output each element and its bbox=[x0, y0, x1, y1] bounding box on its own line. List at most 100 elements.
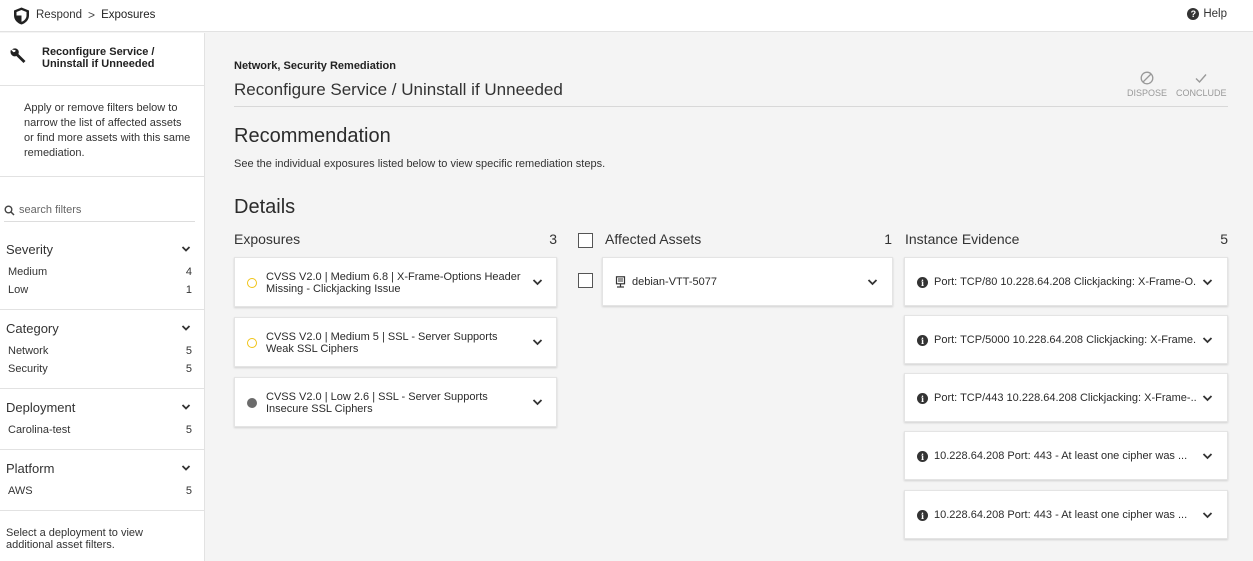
details-heading: Details bbox=[234, 196, 296, 218]
help-button[interactable]: ? Help bbox=[1187, 8, 1227, 20]
evidence-card[interactable]: i Port: TCP/80 10.228.64.208 Clickjackin… bbox=[904, 257, 1228, 306]
sidebar-info: Apply or remove filters below to narrow … bbox=[0, 86, 204, 177]
filter-search bbox=[4, 199, 195, 222]
affected-assets-label: Affected Assets bbox=[605, 231, 702, 247]
filter-group-severity: Severity Medium 4 Low 1 bbox=[0, 239, 204, 310]
main-content: Network, Security Remediation Reconfigur… bbox=[206, 33, 1253, 561]
info-icon: i bbox=[917, 451, 928, 462]
recommendation-text: See the individual exposures listed belo… bbox=[234, 158, 606, 170]
filter-item-label: Carolina-test bbox=[8, 424, 71, 436]
affected-assets-header: Affected Assets 1 bbox=[605, 230, 892, 248]
filter-group-platform-toggle[interactable]: Platform bbox=[6, 458, 191, 478]
info-icon: i bbox=[917, 510, 928, 521]
chevron-down-icon bbox=[532, 399, 543, 406]
exposure-text: CVSS V2.0 | Medium 5 | SSL - Server Supp… bbox=[266, 331, 498, 355]
chevron-down-icon bbox=[181, 246, 191, 252]
exposure-text: CVSS V2.0 | Medium 6.8 | X-Frame-Options… bbox=[266, 271, 521, 295]
filter-item-label: Medium bbox=[8, 266, 48, 278]
affected-assets-count: 1 bbox=[884, 231, 892, 247]
exposure-card[interactable]: CVSS V2.0 | Medium 5 | SSL - Server Supp… bbox=[234, 317, 557, 367]
medium-severity-icon bbox=[247, 338, 257, 348]
exposures-count: 3 bbox=[549, 231, 557, 247]
dispose-icon bbox=[1140, 71, 1154, 85]
chevron-down-icon bbox=[181, 404, 191, 410]
dispose-button[interactable]: DISPOSE bbox=[1122, 68, 1172, 98]
breadcrumb-respond[interactable]: Respond bbox=[36, 9, 82, 21]
top-bar: Respond > Exposures ? Help bbox=[0, 0, 1253, 32]
filter-group-severity-toggle[interactable]: Severity bbox=[6, 239, 191, 259]
chevron-down-icon bbox=[1202, 394, 1213, 401]
chevron-down-icon bbox=[1202, 278, 1213, 285]
shield-logo-icon[interactable] bbox=[13, 7, 30, 25]
filter-item-count: 1 bbox=[185, 284, 192, 296]
search-icon bbox=[4, 205, 15, 216]
chevron-down-icon bbox=[867, 278, 878, 285]
select-all-assets-checkbox[interactable] bbox=[578, 233, 593, 248]
conclude-button[interactable]: CONCLUDE bbox=[1176, 68, 1227, 98]
chevron-down-icon bbox=[181, 465, 191, 471]
filter-item-count: 4 bbox=[185, 266, 192, 278]
chevron-down-icon bbox=[1202, 511, 1213, 518]
asset-checkbox[interactable] bbox=[578, 273, 593, 288]
filter-group-deployment-toggle[interactable]: Deployment bbox=[6, 397, 191, 417]
filter-item-label: Low bbox=[8, 284, 29, 296]
instance-evidence-header: Instance Evidence 5 bbox=[905, 230, 1228, 248]
evidence-text: Port: TCP/80 10.228.64.208 Clickjacking:… bbox=[934, 276, 1196, 288]
filter-group-label: Category bbox=[6, 320, 59, 336]
medium-severity-icon bbox=[247, 278, 257, 288]
filter-item-label: Network bbox=[8, 345, 49, 357]
evidence-card[interactable]: i 10.228.64.208 Port: 443 - At least one… bbox=[904, 431, 1228, 480]
chevron-down-icon bbox=[532, 339, 543, 346]
exposure-text: CVSS V2.0 | Low 2.6 | SSL - Server Suppo… bbox=[266, 391, 488, 415]
filter-item-medium[interactable]: Medium 4 bbox=[8, 266, 192, 282]
conclude-label: CONCLUDE bbox=[1176, 88, 1227, 98]
check-icon bbox=[1195, 74, 1207, 84]
filter-group-label: Platform bbox=[6, 460, 55, 476]
chevron-down-icon bbox=[1202, 452, 1213, 459]
filter-item-security[interactable]: Security 5 bbox=[8, 363, 192, 379]
evidence-text: 10.228.64.208 Port: 443 - At least one c… bbox=[934, 450, 1188, 462]
wrench-icon bbox=[10, 48, 26, 63]
server-icon bbox=[615, 276, 626, 288]
info-icon: i bbox=[917, 393, 928, 404]
evidence-card[interactable]: i Port: TCP/443 10.228.64.208 Clickjacki… bbox=[904, 373, 1228, 422]
sidebar-footer-note: Select a deployment to view additional a… bbox=[6, 527, 143, 551]
remediation-category: Network, Security Remediation bbox=[234, 60, 396, 72]
filter-item-count: 5 bbox=[185, 485, 192, 497]
filter-item-label: Security bbox=[8, 363, 48, 375]
page-title: Reconfigure Service / Uninstall if Unnee… bbox=[234, 80, 563, 99]
sidebar-title: Reconfigure Service / Uninstall if Unnee… bbox=[42, 46, 155, 70]
exposure-card[interactable]: CVSS V2.0 | Low 2.6 | SSL - Server Suppo… bbox=[234, 377, 557, 427]
evidence-card[interactable]: i Port: TCP/5000 10.228.64.208 Clickjack… bbox=[904, 315, 1228, 364]
dispose-label: DISPOSE bbox=[1126, 88, 1167, 98]
filter-group-category-toggle[interactable]: Category bbox=[6, 318, 191, 338]
instance-evidence-label: Instance Evidence bbox=[905, 231, 1020, 247]
help-label: Help bbox=[1203, 8, 1227, 20]
chevron-down-icon bbox=[1202, 336, 1213, 343]
evidence-card[interactable]: i 10.228.64.208 Port: 443 - At least one… bbox=[904, 490, 1228, 539]
filter-item-low[interactable]: Low 1 bbox=[8, 284, 192, 300]
filter-item-carolina-test[interactable]: Carolina-test 5 bbox=[8, 424, 192, 440]
breadcrumb: Respond > Exposures bbox=[36, 8, 155, 22]
evidence-text: 10.228.64.208 Port: 443 - At least one c… bbox=[934, 509, 1188, 521]
breadcrumb-exposures: Exposures bbox=[101, 9, 156, 21]
info-icon: i bbox=[917, 335, 928, 346]
filter-group-label: Severity bbox=[6, 241, 53, 257]
asset-name: debian-VTT-5077 bbox=[632, 276, 717, 288]
filter-item-count: 5 bbox=[185, 424, 192, 436]
instance-evidence-count: 5 bbox=[1220, 231, 1228, 247]
evidence-text: Port: TCP/5000 10.228.64.208 Clickjackin… bbox=[934, 334, 1196, 346]
help-icon: ? bbox=[1187, 8, 1200, 20]
filter-item-count: 5 bbox=[185, 363, 192, 375]
filter-item-label: AWS bbox=[8, 485, 33, 497]
filter-item-network[interactable]: Network 5 bbox=[8, 345, 192, 361]
info-icon: i bbox=[917, 277, 928, 288]
low-severity-icon bbox=[247, 398, 257, 408]
title-divider bbox=[234, 106, 1228, 107]
asset-card[interactable]: debian-VTT-5077 bbox=[602, 257, 893, 306]
exposure-card[interactable]: CVSS V2.0 | Medium 6.8 | X-Frame-Options… bbox=[234, 257, 557, 307]
filter-group-deployment: Deployment Carolina-test 5 bbox=[0, 397, 204, 450]
filter-item-aws[interactable]: AWS 5 bbox=[8, 485, 192, 501]
search-filters-input[interactable] bbox=[19, 204, 189, 216]
evidence-text: Port: TCP/443 10.228.64.208 Clickjacking… bbox=[934, 392, 1196, 404]
